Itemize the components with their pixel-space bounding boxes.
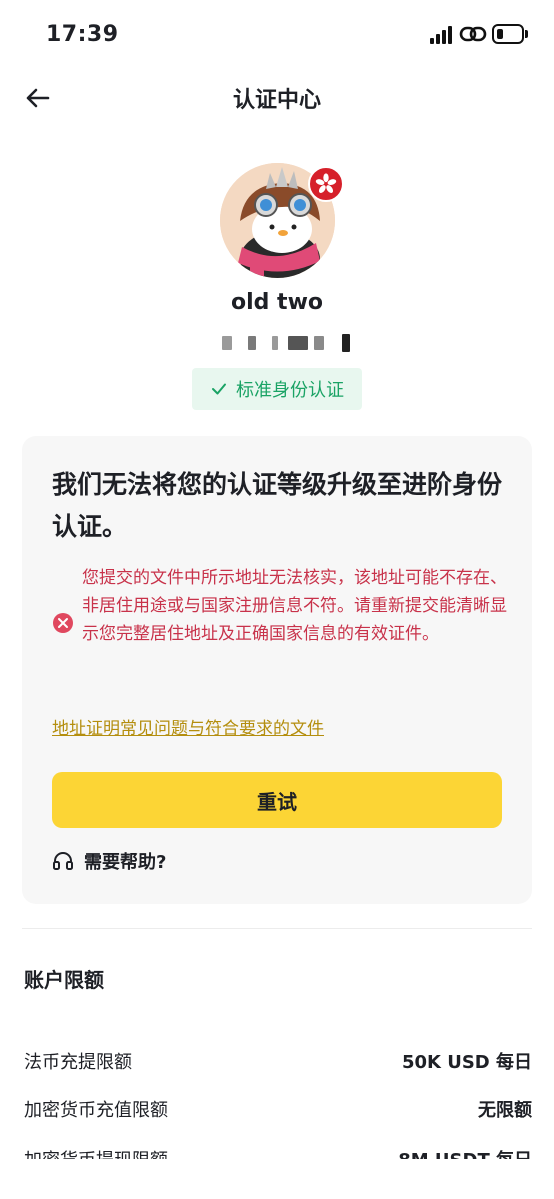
limit-row-crypto-deposit: 加密货币充值限额 无限额 bbox=[24, 1096, 532, 1122]
status-bar: 17:39 bbox=[0, 0, 554, 70]
nav-bar: 认证中心 bbox=[0, 70, 554, 126]
divider bbox=[22, 928, 532, 929]
username: old two bbox=[230, 290, 324, 315]
limit-row-fiat: 法币充提限额 50K USD 每日 bbox=[24, 1048, 532, 1074]
verification-level-label: 标准身份认证 bbox=[236, 380, 344, 401]
check-icon bbox=[212, 383, 226, 395]
signal-icon bbox=[430, 26, 456, 44]
link-icon bbox=[459, 26, 487, 42]
headset-icon bbox=[53, 852, 73, 870]
battery-icon bbox=[492, 24, 524, 44]
masked-user-id bbox=[210, 333, 355, 353]
limit-label: 法币充提限额 bbox=[24, 1052, 132, 1073]
page-title: 认证中心 bbox=[232, 88, 321, 113]
error-message: 您提交的文件中所示地址无法核实，该地址可能不存在、非居住用途或与国家注册信息不符… bbox=[82, 568, 507, 644]
account-limits-title: 账户限额 bbox=[24, 968, 104, 992]
error-circle-icon bbox=[53, 613, 73, 633]
battery-tip bbox=[525, 30, 528, 38]
need-help-link[interactable]: 需要帮助? bbox=[52, 848, 166, 874]
limit-label: 加密货币充值限额 bbox=[24, 1100, 168, 1121]
address-proof-faq-link[interactable]: 地址证明常见问题与符合要求的文件 bbox=[52, 714, 324, 739]
need-help-label: 需要帮助? bbox=[84, 852, 167, 873]
verification-badge: 标准身份认证 bbox=[192, 368, 362, 410]
limit-value: 8M USDT 每日 bbox=[398, 1146, 532, 1159]
limit-row-crypto-withdraw-clipped: 加密货币提现限额 8M USDT 每日 bbox=[0, 1146, 554, 1159]
hk-flag-icon bbox=[308, 166, 344, 202]
retry-button-label: 重试 bbox=[257, 789, 297, 814]
limit-value: 50K USD 每日 bbox=[401, 1052, 532, 1073]
limit-label: 加密货币提现限额 bbox=[24, 1146, 168, 1159]
limit-value: 无限额 bbox=[478, 1100, 532, 1121]
status-time: 17:39 bbox=[46, 22, 119, 47]
retry-button[interactable]: 重试 bbox=[52, 772, 502, 828]
upgrade-failure-card: 我们无法将您的认证等级升级至进阶身份认证。 您提交的文件中所示地址无法核实，该地… bbox=[22, 436, 532, 904]
limit-row-crypto-withdraw: 加密货币提现限额 8M USDT 每日 bbox=[24, 1146, 532, 1159]
failure-title: 我们无法将您的认证等级升级至进阶身份认证。 bbox=[52, 470, 503, 541]
